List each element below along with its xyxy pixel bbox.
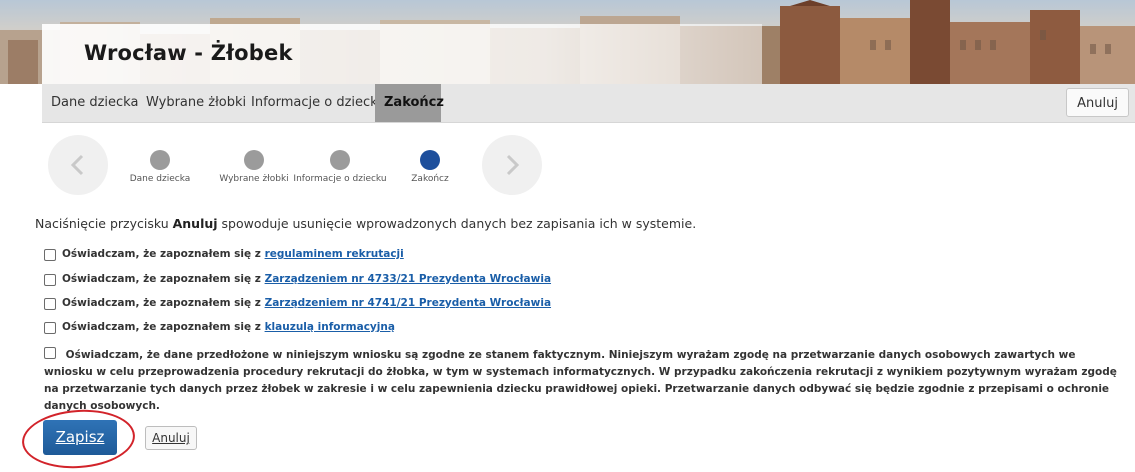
zarzadzenie-4741-link[interactable]: Zarządzeniem nr 4741/21 Prezydenta Wrocł…: [265, 297, 551, 309]
step-label: Informacje o dziecku: [293, 174, 387, 184]
consent-zarzadzenie-4741-checkbox[interactable]: [44, 298, 56, 310]
zarzadzenie-4733-link[interactable]: Zarządzeniem nr 4733/21 Prezydenta Wrocł…: [265, 273, 551, 285]
step-dot-zakoncz: [420, 150, 440, 170]
consent-label: Oświadczam, że zapoznałem się z: [62, 248, 261, 260]
consent-label: Oświadczam, że zapoznałem się z: [62, 297, 261, 309]
next-step-button[interactable]: [482, 135, 542, 195]
consent-zarzadzenie-4741-row: Oświadczam, że zapoznałem się z Zarządze…: [44, 297, 551, 310]
step-label: Wybrane żłobki: [219, 174, 289, 184]
info-text-after: spowoduje usunięcie wprowadzonych danych…: [217, 216, 697, 231]
tab-zakoncz[interactable]: Zakończ: [375, 84, 444, 122]
consent-declaration-checkbox[interactable]: [44, 347, 56, 359]
chevron-right-icon: [506, 154, 520, 176]
regulamin-link[interactable]: regulaminem rekrutacji: [265, 248, 404, 260]
consent-label: Oświadczam, że zapoznałem się z: [62, 273, 261, 285]
info-text-bold: Anuluj: [172, 216, 218, 231]
consent-zarzadzenie-4733-row: Oświadczam, że zapoznałem się z Zarządze…: [44, 273, 551, 286]
klauzula-link[interactable]: klauzulą informacyjną: [265, 321, 395, 333]
consent-klauzula-checkbox[interactable]: [44, 322, 56, 334]
cancel-info-text: Naciśnięcie przycisku Anuluj spowoduje u…: [35, 216, 696, 231]
prev-step-button[interactable]: [48, 135, 108, 195]
step-label: Dane dziecka: [129, 174, 191, 184]
declaration-text: Oświadczam, że dane przedłożone w niniej…: [44, 349, 1117, 412]
step-dot-informacje-o-dziecku: [330, 150, 350, 170]
tab-dane-dziecka[interactable]: Dane dziecka: [42, 84, 147, 122]
tab-bar: Dane dziecka Wybrane żłobki Informacje o…: [42, 84, 1135, 123]
cancel-button[interactable]: Anuluj: [145, 426, 197, 450]
consent-regulamin-checkbox[interactable]: [44, 249, 56, 261]
header-cancel-button[interactable]: Anuluj: [1066, 88, 1129, 117]
tab-informacje-o-dziecku[interactable]: Informacje o dziecku: [242, 84, 395, 122]
step-dot-wybrane-zlobki: [244, 150, 264, 170]
step-dot-dane-dziecka: [150, 150, 170, 170]
tab-wybrane-zlobki[interactable]: Wybrane żłobki: [137, 84, 255, 122]
highlight-annotation: [20, 406, 137, 472]
consent-klauzula-row: Oświadczam, że zapoznałem się z klauzulą…: [44, 321, 395, 334]
consent-zarzadzenie-4733-checkbox[interactable]: [44, 274, 56, 286]
consent-declaration-row: Oświadczam, że dane przedłożone w niniej…: [44, 346, 1119, 415]
page-title: Wrocław - Żłobek: [84, 41, 293, 65]
step-label: Zakończ: [411, 174, 449, 184]
info-text-before: Naciśnięcie przycisku: [35, 216, 173, 231]
chevron-left-icon: [70, 154, 84, 176]
consent-label: Oświadczam, że zapoznałem się z: [62, 321, 261, 333]
consent-regulamin-row: Oświadczam, że zapoznałem się z regulami…: [44, 248, 404, 261]
